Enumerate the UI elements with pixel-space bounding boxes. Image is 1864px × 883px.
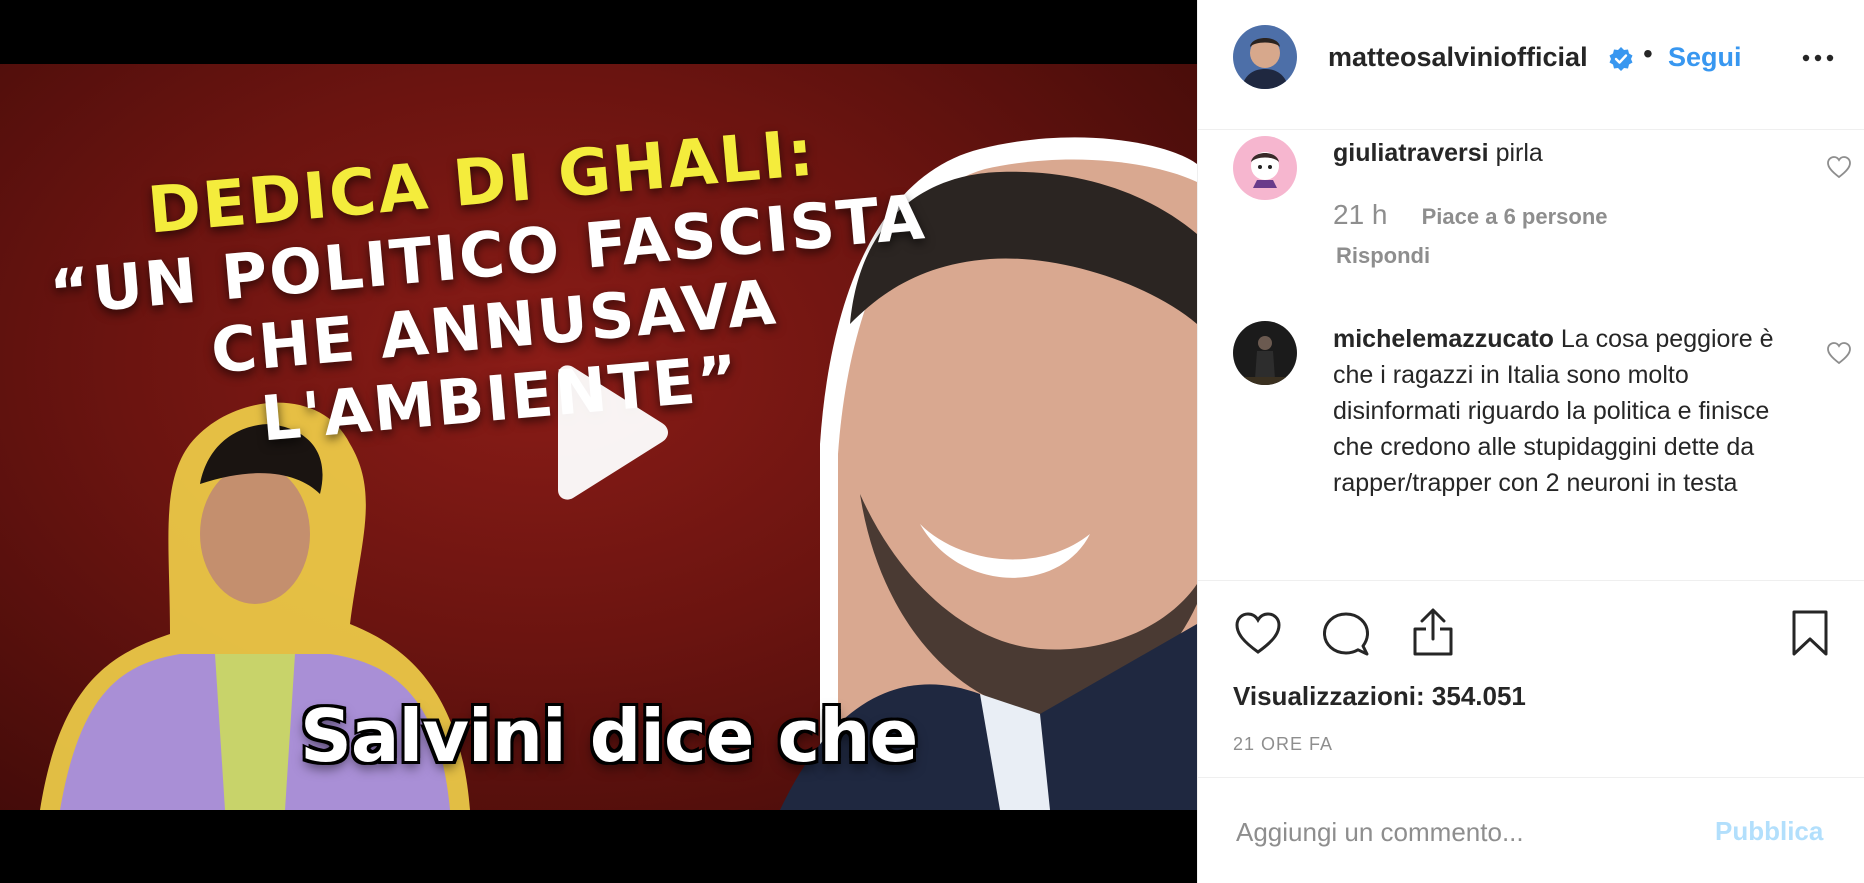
comment-body: michelemazzucato La cosa peggiore è che …	[1333, 321, 1803, 501]
bookmark-icon[interactable]	[1790, 609, 1830, 657]
comment-like-icon[interactable]	[1826, 155, 1852, 179]
share-icon[interactable]	[1410, 607, 1456, 657]
author-avatar[interactable]	[1233, 25, 1297, 89]
more-options-icon[interactable]	[1798, 50, 1838, 66]
header-separator: •	[1643, 38, 1653, 69]
post-timestamp[interactable]: 21 ORE FA	[1233, 734, 1333, 755]
post-actions: Visualizzazioni: 354.051 21 ORE FA	[1198, 580, 1864, 780]
add-comment-bar: Pubblica	[1198, 777, 1864, 883]
video-caption: Salvini dice che	[300, 694, 918, 778]
comment-input[interactable]	[1236, 812, 1696, 852]
comment-text: pirla	[1495, 139, 1543, 167]
view-count: Visualizzazioni: 354.051	[1233, 681, 1526, 711]
comment-username[interactable]: michelemazzucato	[1333, 325, 1554, 353]
follow-button[interactable]: Segui	[1668, 42, 1742, 73]
commenter-avatar[interactable]	[1233, 136, 1297, 200]
comment-meta: 21 h Piace a 6 persone	[1333, 199, 1608, 231]
play-icon[interactable]	[540, 365, 670, 500]
comment-body: giuliatraversi pirla	[1333, 135, 1803, 171]
reply-button[interactable]: Rispondi	[1336, 243, 1430, 269]
comment-like-icon[interactable]	[1826, 341, 1852, 365]
heart-icon[interactable]	[1234, 611, 1282, 655]
author-username[interactable]: matteosalviniofficial	[1328, 42, 1588, 73]
comment-time: 21 h	[1333, 199, 1388, 230]
comment-username[interactable]: giuliatraversi	[1333, 139, 1489, 167]
commenter-avatar[interactable]	[1233, 321, 1297, 385]
video-player[interactable]: DEDICA DI GHALI: “UN POLITICO FASCISTA C…	[0, 0, 1197, 883]
comments-list[interactable]: giuliatraversi pirla 21 h Piace a 6 pers…	[1198, 131, 1864, 580]
verified-badge-icon	[1609, 47, 1633, 71]
post-side-panel: matteosalviniofficial • Segui giuliatrav…	[1197, 0, 1864, 883]
comment-icon[interactable]	[1322, 611, 1370, 657]
publish-button[interactable]: Pubblica	[1715, 816, 1823, 847]
post-header: matteosalviniofficial • Segui	[1198, 0, 1864, 130]
comment-like-count[interactable]: Piace a 6 persone	[1422, 204, 1608, 229]
